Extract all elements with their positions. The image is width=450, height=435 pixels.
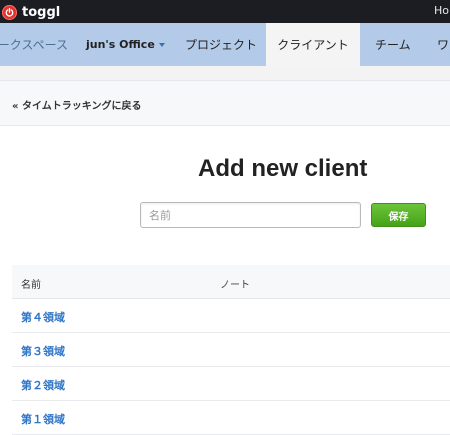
power-icon	[2, 4, 17, 20]
main-nav: ワークスペース jun's Office プロジェクト クライアント チーム ワ	[0, 23, 450, 66]
clients-table: 名前 ノート 第４領域 第３領域 第２領域 第１領域	[12, 265, 450, 435]
table-header: 名前 ノート	[12, 265, 450, 299]
page-title: Add new client	[198, 155, 368, 182]
workspace-selector[interactable]: jun's Office	[86, 23, 165, 66]
column-header-note: ノート	[220, 280, 250, 291]
save-button[interactable]: 保存	[371, 203, 426, 227]
nav-workspaces[interactable]: ワークスペース	[0, 23, 68, 66]
client-link[interactable]: 第４領域	[21, 309, 65, 325]
table-row: 第３領域	[12, 333, 450, 367]
client-link[interactable]: 第３領域	[21, 343, 65, 359]
client-link[interactable]: 第１領域	[21, 411, 65, 427]
table-row: 第１領域	[12, 401, 450, 435]
back-bar: « タイムトラッキングに戻る	[0, 80, 450, 126]
logo-text: toggl	[22, 4, 61, 20]
column-header-name: 名前	[21, 280, 41, 291]
table-row: 第２領域	[12, 367, 450, 401]
workspace-name: jun's Office	[86, 38, 155, 51]
back-to-tracking-link[interactable]: « タイムトラッキングに戻る	[12, 97, 141, 112]
tab-projects[interactable]: プロジェクト	[185, 23, 257, 66]
tab-more[interactable]: ワ	[437, 23, 450, 66]
nav-spacer	[0, 66, 450, 80]
toggl-logo[interactable]: toggl	[2, 3, 60, 21]
client-link[interactable]: 第２領域	[21, 377, 65, 393]
table-row: 第４領域	[12, 299, 450, 333]
top-right-link[interactable]: Ho	[434, 4, 450, 17]
client-name-input[interactable]	[140, 202, 361, 228]
tab-team[interactable]: チーム	[375, 23, 411, 66]
top-bar: toggl Ho	[0, 0, 450, 23]
chevron-down-icon	[158, 42, 165, 47]
tab-clients[interactable]: クライアント	[266, 23, 360, 66]
